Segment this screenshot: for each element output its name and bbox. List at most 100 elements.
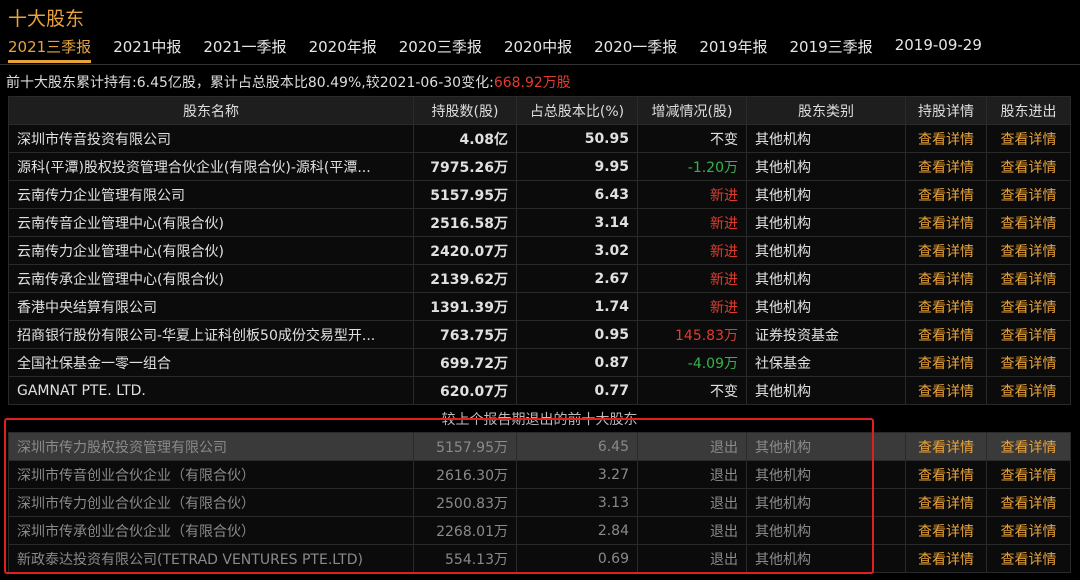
exit-table-row: 深圳市传力创业合伙企业（有限合伙） 2500.83万 3.13 退出 其他机构 查看详情查… bbox=[8, 488, 1071, 517]
share-count: 2516.58万 bbox=[413, 208, 517, 237]
exit-section-row: 较上个报告期退出的前十大股东 bbox=[8, 404, 1071, 433]
exit-table-row: 深圳市传力股权投资管理有限公司 5157.95万 6.45 退出 其他机构 查看详情 查看详… bbox=[8, 432, 1071, 461]
shareholder-name: 云南传力企业管理有限公司 bbox=[8, 180, 414, 209]
shareholder-type: 其他机构 bbox=[746, 208, 906, 237]
share-count: 554.13万 bbox=[413, 544, 517, 573]
column-header: 占总股本比(%) bbox=[516, 96, 638, 125]
in-out-detail-link[interactable]: 查看详情 bbox=[986, 124, 1071, 153]
holding-detail-link[interactable]: 查看详情 bbox=[905, 264, 987, 293]
in-out-detail-link[interactable]: 查看详情 bbox=[986, 460, 1071, 489]
tab-2020三季报[interactable]: 2020三季报 bbox=[399, 36, 482, 63]
change-value: -4.09万 bbox=[637, 348, 747, 377]
in-out-detail-link[interactable]: 查看详情 bbox=[986, 320, 1071, 349]
holding-detail-link[interactable]: 查看详情 bbox=[905, 376, 987, 405]
shareholder-type: 其他机构 bbox=[746, 516, 906, 545]
column-header: 持股详情 bbox=[905, 96, 987, 125]
shareholder-type: 其他机构 bbox=[746, 264, 906, 293]
tab-2021三季报[interactable]: 2021三季报 bbox=[8, 36, 92, 63]
tab-2019年报[interactable]: 2019年报 bbox=[699, 36, 767, 63]
holding-detail-link[interactable]: 查看详情 bbox=[905, 516, 987, 545]
tab-2021中报[interactable]: 2021中报 bbox=[113, 36, 181, 63]
share-count: 620.07万 bbox=[413, 376, 517, 405]
tab-2020中报[interactable]: 2020中报 bbox=[504, 36, 572, 63]
share-percent: 50.95 bbox=[516, 124, 638, 153]
share-count: 1391.39万 bbox=[413, 292, 517, 321]
column-header: 股东进出 bbox=[986, 96, 1071, 125]
holding-detail-link[interactable]: 查看详情 bbox=[905, 152, 987, 181]
shareholder-name: 深圳市传音投资有限公司 bbox=[8, 124, 414, 153]
share-percent: 2.84 bbox=[516, 516, 638, 545]
shareholder-name: 云南传承企业管理中心(有限合伙) bbox=[8, 264, 414, 293]
shareholder-type: 证券投资基金 bbox=[746, 320, 906, 349]
in-out-detail-link[interactable]: 查看详情 bbox=[986, 292, 1071, 321]
holding-detail-link[interactable]: 查看详情 bbox=[905, 488, 987, 517]
share-count: 2616.30万 bbox=[413, 460, 517, 489]
holding-detail-link[interactable]: 查看详情 bbox=[905, 320, 987, 349]
holding-detail-link[interactable]: 查看详情 bbox=[905, 460, 987, 489]
share-count: 763.75万 bbox=[413, 320, 517, 349]
shareholder-name: 新政泰达投资有限公司(TETRAD VENTURES PTE.LTD) bbox=[8, 544, 414, 573]
holding-detail-link[interactable]: 查看详情 bbox=[905, 208, 987, 237]
share-percent: 0.87 bbox=[516, 348, 638, 377]
in-out-detail-link[interactable]: 查看详情 bbox=[986, 432, 1071, 461]
shareholder-name: 香港中央结算有限公司 bbox=[8, 292, 414, 321]
change-value: 新进 bbox=[637, 292, 747, 321]
shareholder-type: 其他机构 bbox=[746, 152, 906, 181]
change-value: 新进 bbox=[637, 180, 747, 209]
shareholder-type: 社保基金 bbox=[746, 348, 906, 377]
share-percent: 3.02 bbox=[516, 236, 638, 265]
column-header: 增减情况(股) bbox=[637, 96, 747, 125]
tab-2019-09-29[interactable]: 2019-09-29 bbox=[895, 36, 982, 63]
in-out-detail-link[interactable]: 查看详情 bbox=[986, 180, 1071, 209]
holding-detail-link[interactable]: 查看详情 bbox=[905, 292, 987, 321]
shareholder-name: 招商银行股份有限公司-华夏上证科创板50成份交易型开... bbox=[8, 320, 414, 349]
tab-2019三季报[interactable]: 2019三季报 bbox=[790, 36, 873, 63]
shareholder-type: 其他机构 bbox=[746, 488, 906, 517]
holding-detail-link[interactable]: 查看详情 bbox=[905, 180, 987, 209]
summary-prefix: 前十大股东累计持有:6.45亿股，累计占总股本比80.49%,较2021-06-… bbox=[6, 75, 494, 91]
in-out-detail-link[interactable]: 查看详情 bbox=[986, 544, 1071, 573]
holding-detail-link[interactable]: 查看详情 bbox=[905, 236, 987, 265]
change-value: 退出 bbox=[637, 488, 747, 517]
exit-table-row: 深圳市传承创业合伙企业（有限合伙） 2268.01万 2.84 退出 其他机构 查看详情查… bbox=[8, 516, 1071, 545]
holding-detail-link[interactable]: 查看详情 bbox=[905, 432, 987, 461]
shareholders-table: 股东名称 持股数(股) 占总股本比(%) 增减情况(股) 股东类别 持股详情 股东进出 深圳… bbox=[8, 96, 1071, 573]
share-count: 2420.07万 bbox=[413, 236, 517, 265]
in-out-detail-link[interactable]: 查看详情 bbox=[986, 376, 1071, 405]
change-value: 退出 bbox=[637, 544, 747, 573]
share-percent: 0.69 bbox=[516, 544, 638, 573]
shareholder-name: 深圳市传力创业合伙企业（有限合伙） bbox=[8, 488, 414, 517]
in-out-detail-link[interactable]: 查看详情 bbox=[986, 488, 1071, 517]
holding-detail-link[interactable]: 查看详情 bbox=[905, 124, 987, 153]
share-percent: 3.27 bbox=[516, 460, 638, 489]
share-count: 5157.95万 bbox=[413, 432, 517, 461]
share-count: 7975.26万 bbox=[413, 152, 517, 181]
in-out-detail-link[interactable]: 查看详情 bbox=[986, 264, 1071, 293]
table-row: 全国社保基金一零一组合 699.72万 0.87 -4.09万 社保基金 查看详情 查看详情 bbox=[8, 348, 1071, 377]
shareholder-type: 其他机构 bbox=[746, 124, 906, 153]
share-count: 5157.95万 bbox=[413, 180, 517, 209]
table-row: 深圳市传音投资有限公司 4.08亿 50.95 不变 其他机构 查看详情 查看详情 bbox=[8, 124, 1071, 153]
column-header: 股东名称 bbox=[8, 96, 414, 125]
change-value: 新进 bbox=[637, 208, 747, 237]
in-out-detail-link[interactable]: 查看详情 bbox=[986, 152, 1071, 181]
shareholder-name: GAMNAT PTE. LTD. bbox=[8, 376, 414, 405]
exit-table-row: 深圳市传音创业合伙企业（有限合伙） 2616.30万 3.27 退出 其他机构 查看详情查… bbox=[8, 460, 1071, 489]
share-percent: 9.95 bbox=[516, 152, 638, 181]
change-value: 退出 bbox=[637, 432, 747, 461]
change-value: 不变 bbox=[637, 124, 747, 153]
in-out-detail-link[interactable]: 查看详情 bbox=[986, 236, 1071, 265]
shareholder-type: 其他机构 bbox=[746, 376, 906, 405]
tab-2021一季报[interactable]: 2021一季报 bbox=[203, 36, 286, 63]
tab-2020一季报[interactable]: 2020一季报 bbox=[594, 36, 677, 63]
tab-2020年报[interactable]: 2020年报 bbox=[309, 36, 377, 63]
holding-detail-link[interactable]: 查看详情 bbox=[905, 544, 987, 573]
report-period-tabs: 2021三季报 2021中报 2021一季报 2020年报 2020三季报 2020中报 2… bbox=[8, 36, 1004, 63]
in-out-detail-link[interactable]: 查看详情 bbox=[986, 348, 1071, 377]
holding-detail-link[interactable]: 查看详情 bbox=[905, 348, 987, 377]
shareholder-type: 其他机构 bbox=[746, 460, 906, 489]
exit-section-label: 较上个报告期退出的前十大股东 bbox=[8, 404, 1071, 433]
in-out-detail-link[interactable]: 查看详情 bbox=[986, 208, 1071, 237]
shareholder-name: 云南传音企业管理中心(有限合伙) bbox=[8, 208, 414, 237]
in-out-detail-link[interactable]: 查看详情 bbox=[986, 516, 1071, 545]
